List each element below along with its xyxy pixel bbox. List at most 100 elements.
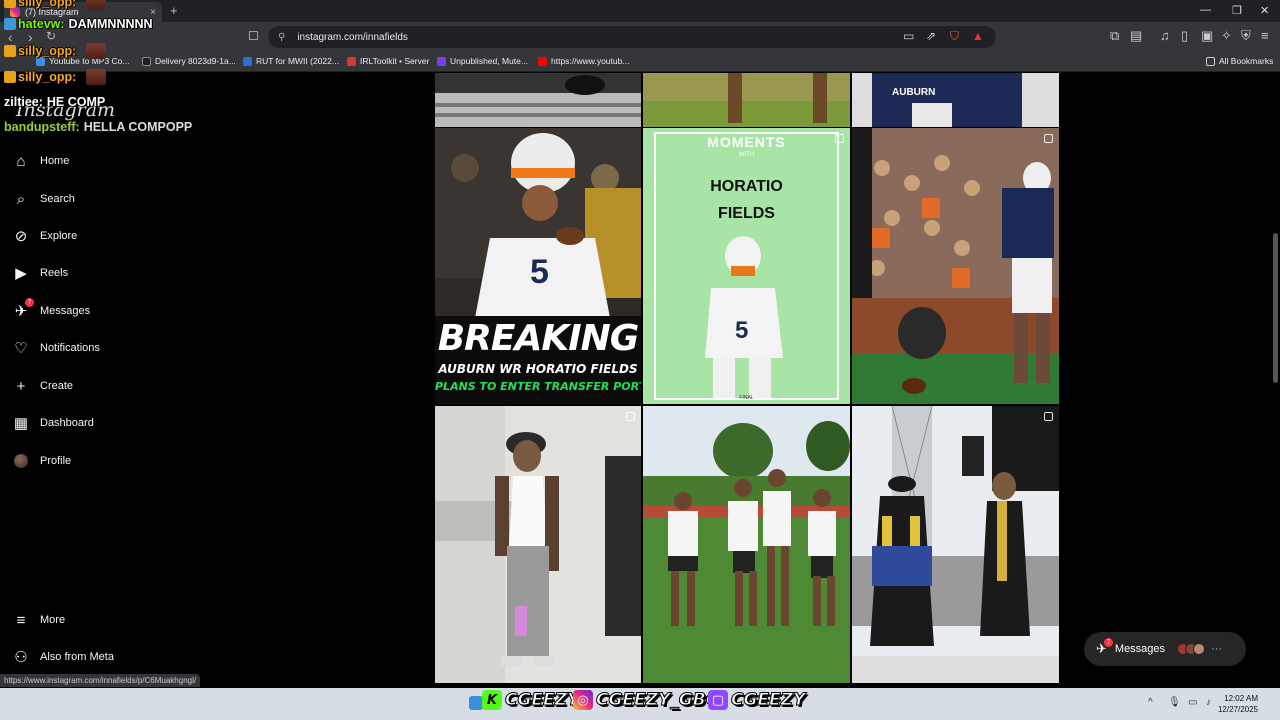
post-with-label: WITH	[738, 152, 755, 158]
grid-post[interactable]	[643, 73, 850, 127]
bookmark-page-icon[interactable]: ☐	[248, 29, 259, 43]
page-scrollbar[interactable]	[1273, 233, 1278, 383]
instagram-icon: ◎	[573, 690, 593, 710]
instagram-page: Instagram ⌂ Home ⌕ Search ⊘ Explore ▶ Reels …	[0, 73, 1280, 688]
sidebar-item-also-from-meta[interactable]: ⚇ Also from Meta	[12, 648, 114, 666]
media-icon[interactable]: ♫	[1160, 28, 1170, 43]
close-window-icon[interactable]: ✕	[1260, 4, 1269, 17]
sidebar-item-dashboard[interactable]: ▦ Dashboard	[12, 414, 94, 432]
messages-label: Messages	[1114, 643, 1166, 655]
grid-post[interactable]: 5 MOMENTS WITH HORATIO FIELDS FINAL	[643, 128, 850, 404]
bookmark-item[interactable]: IRLToolkit • Server	[347, 56, 429, 66]
bookmark-label: RUT for MWII (2022...	[256, 56, 339, 66]
compass-icon: ⊘	[14, 228, 28, 245]
chat-username: ziltiee:	[4, 95, 43, 109]
sidebar-item-label: Also from Meta	[40, 651, 114, 663]
bookmark-favicon-icon	[243, 56, 252, 66]
grid-post[interactable]	[435, 406, 641, 683]
post-name-line-1: HORATIO	[710, 178, 783, 195]
grid-post[interactable]	[643, 406, 850, 683]
grid-post[interactable]: 5 BREAKING AUBURN WR HORATIO FIELDS PLAN…	[435, 128, 641, 404]
chat-username: bandupsteff:	[4, 120, 80, 134]
reels-icon: ▶	[15, 265, 27, 282]
carousel-icon	[626, 412, 635, 421]
chat-message: silly_opp:	[4, 0, 107, 10]
sidebar-item-label: Reels	[40, 267, 69, 279]
rewards-icon[interactable]: ▲	[972, 29, 984, 43]
browser-toolbar: ‹ › ↻ ☐ ⚲ instagram.com/innafields ▭ ⇗ ⛉…	[0, 22, 1280, 52]
meta-apps-icon: ⚇	[14, 649, 28, 666]
grid-post[interactable]	[852, 406, 1059, 683]
chat-username: silly_opp:	[18, 44, 77, 58]
grid-post[interactable]: AUBURN	[852, 73, 1059, 127]
sidebar-item-notifications[interactable]: ♡ Notifications	[12, 339, 100, 357]
messenger-icon: ✈ 7	[12, 298, 34, 320]
sidebar-item-explore[interactable]: ⊘ Explore	[12, 227, 78, 245]
chat-badge-icon	[4, 71, 16, 83]
reload-icon[interactable]: ↻	[46, 29, 56, 43]
brave-shield-icon[interactable]: ⛉	[950, 29, 959, 44]
tray-chevron-icon[interactable]: ^	[1148, 697, 1153, 708]
vpn-icon[interactable]: ⛨	[1241, 28, 1251, 44]
chat-text: HELLA COMPOPP	[83, 120, 193, 134]
windows-start-icon[interactable]	[469, 696, 483, 710]
carousel-icon	[1044, 412, 1053, 421]
post-subhead-2: PLANS TO ENTER TRANSFER PORTAL	[435, 380, 641, 393]
grid-post[interactable]	[852, 128, 1059, 404]
all-bookmarks-button[interactable]: All Bookmarks	[1206, 56, 1273, 66]
menu-icon[interactable]: ≡	[1261, 28, 1269, 43]
post-footer: FINAL	[739, 395, 754, 401]
sidebar-item-home[interactable]: ⌂ Home	[12, 152, 69, 170]
sidebar-item-messages[interactable]: ✈ 7 Messages	[12, 298, 90, 320]
chat-emote-icon	[86, 69, 107, 85]
more-options-icon[interactable]: ···	[1211, 643, 1222, 655]
chat-message: bandupsteff: HELLA COMPOPP	[4, 120, 192, 134]
chat-username: hatevw:	[18, 17, 65, 31]
plus-icon: +	[16, 377, 26, 395]
site-info-icon[interactable]: ⚲	[278, 32, 285, 43]
sidebar-item-search[interactable]: ⌕ Search	[12, 190, 75, 208]
tab-close-icon[interactable]: ×	[150, 7, 156, 18]
post-moments-title: MOMENTS	[707, 134, 786, 150]
sidebar-item-more[interactable]: ≡ More	[12, 611, 65, 629]
bookmark-favicon-icon	[437, 56, 446, 66]
svg-text:5: 5	[530, 253, 549, 291]
bookmark-item[interactable]: Delivery 8023d9-1a...	[142, 56, 236, 66]
chat-message: silly_opp:	[4, 43, 107, 59]
browser-tab-bar: (7) Instagram × + — ❐ ✕	[0, 0, 1280, 22]
avatar	[12, 452, 30, 470]
floating-messages-button[interactable]: ✈ 7 Messages ···	[1084, 632, 1246, 666]
leo-icon[interactable]: ✧	[1221, 28, 1232, 44]
sidebar-item-reels[interactable]: ▶ Reels	[12, 264, 68, 282]
bookmark-item[interactable]: https://www.youtub...	[538, 56, 629, 66]
bookmark-favicon-icon	[142, 56, 151, 66]
svg-text:5: 5	[735, 317, 748, 344]
volume-icon[interactable]: ♪	[1206, 697, 1211, 708]
address-bar[interactable]: ⚲ instagram.com/innafields	[268, 26, 996, 48]
system-clock[interactable]: 12:02 AM 12/27/2025	[1218, 693, 1258, 715]
new-tab-button[interactable]: +	[170, 3, 178, 18]
share-icon[interactable]: ⇗	[926, 29, 936, 43]
wallet-icon[interactable]: ▣	[1201, 28, 1213, 44]
network-icon[interactable]: ▭	[1188, 697, 1197, 708]
microphone-icon[interactable]: 🎙	[1168, 697, 1181, 708]
status-bar-url: https://www.instagram.com/innafields/p/C…	[0, 674, 201, 687]
grid-post[interactable]	[435, 73, 641, 127]
sidebar-item-label: Profile	[40, 455, 72, 467]
bookmarks-bar: Youtube to MP3 Co... Delivery 8023d9-1a.…	[0, 52, 1280, 72]
cast-icon[interactable]: ▭	[903, 29, 914, 43]
minimize-icon[interactable]: —	[1200, 4, 1211, 16]
bookmark-item[interactable]: Unpublished, Mute...	[437, 56, 528, 66]
sidebar-item-profile[interactable]: Profile	[12, 452, 71, 470]
maximize-icon[interactable]: ❐	[1232, 4, 1242, 17]
bookmark-label: https://www.youtub...	[551, 56, 630, 66]
extensions-icon[interactable]: ⧉	[1110, 28, 1119, 44]
reader-icon[interactable]: ▤	[1130, 28, 1142, 44]
overlay-twitch: ▢ CGEEZY	[708, 690, 806, 711]
sidebar-toggle-icon[interactable]: ▯	[1181, 28, 1188, 44]
sidebar-item-create[interactable]: + Create	[12, 377, 73, 395]
bookmark-label: IRLToolkit • Server	[360, 56, 430, 66]
chat-badge-icon	[4, 18, 16, 30]
bookmark-item[interactable]: RUT for MWII (2022...	[243, 56, 339, 66]
bookmark-favicon-icon	[347, 56, 356, 66]
